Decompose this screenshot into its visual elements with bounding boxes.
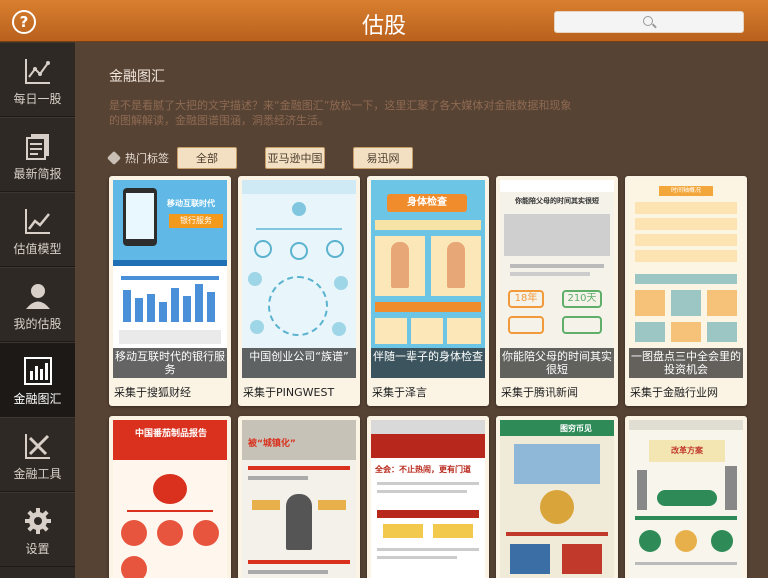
card-thumbnail: 图穷币见 <box>500 420 614 578</box>
card-caption: 中国创业公司“族谱” <box>242 348 356 378</box>
tags-label: 热门标签 <box>125 152 169 165</box>
card-third-plenum-investment[interactable]: 时间轴概况 一图盘点三中全会里的投资机会 采集于金融行业网 <box>625 176 747 406</box>
card-reform-plan[interactable]: 改革方案 <box>625 416 747 578</box>
sidebar-item-settings[interactable]: 设置 <box>0 492 75 567</box>
sidebar-item-financial-tools[interactable]: 金融工具 <box>0 417 75 492</box>
card-urbanization[interactable]: 被“城镇化” <box>238 416 360 578</box>
card-thumbnail: 被“城镇化” <box>242 420 356 578</box>
search-box[interactable] <box>554 11 744 33</box>
card-body-checkup[interactable]: 身体检查 伴随一辈子的身体检查 采集于泽言 <box>367 176 489 406</box>
sidebar-item-label: 金融工具 <box>13 467 62 481</box>
card-source: 采集于金融行业网 <box>630 386 718 399</box>
card-source: 采集于搜狐财经 <box>114 386 191 399</box>
sidebar: 每日一股 最新简报 估值模型 我的估股 金融图汇 金融工具 设置 <box>0 42 75 578</box>
gear-icon <box>25 508 51 534</box>
tag-icon <box>106 150 122 166</box>
card-source: 采集于PINGWEST <box>243 386 335 399</box>
card-thumbnail: 移动互联时代 银行服务 移动互联时代的银行服务 <box>113 180 227 378</box>
card-startup-family-tree[interactable]: 中国创业公司“族谱” 采集于PINGWEST <box>238 176 360 406</box>
bar-chart-icon <box>24 357 52 385</box>
card-source: 采集于泽言 <box>372 386 427 399</box>
tag-all[interactable]: 全部 <box>177 147 237 169</box>
sidebar-item-label: 设置 <box>25 542 50 556</box>
card-thumbnail: 你能陪父母的时间其实很短 18年 210天 你能陪父母的时间其实很短 <box>500 180 614 378</box>
card-time-with-parents[interactable]: 你能陪父母的时间其实很短 18年 210天 你能陪父母的时间其实很短 采集于腾讯… <box>496 176 618 406</box>
card-caption: 一图盘点三中全会里的投资机会 <box>629 348 743 378</box>
page-title: 金融图汇 <box>109 69 165 85</box>
tag-yixun[interactable]: 易迅网 <box>353 147 413 169</box>
sidebar-item-label: 每日一股 <box>13 92 62 106</box>
sidebar-item-latest-brief[interactable]: 最新简报 <box>0 117 75 192</box>
card-caption: 伴随一辈子的身体检查 <box>371 348 485 378</box>
sidebar-item-financial-charts[interactable]: 金融图汇 <box>0 342 75 417</box>
document-icon <box>26 134 49 160</box>
card-caption: 移动互联时代的银行服务 <box>113 348 227 378</box>
main-content: 金融图汇 是不是看腻了大把的文字描述？来“金融图汇”放松一下，这里汇聚了各大媒体… <box>75 42 768 578</box>
sidebar-item-label: 我的估股 <box>13 317 62 331</box>
sidebar-item-my-stocks[interactable]: 我的估股 <box>0 267 75 342</box>
card-thumbnail: 身体检查 伴随一辈子的身体检查 <box>371 180 485 378</box>
card-bank-services[interactable]: 移动互联时代 银行服务 移动互联时代的银行服务 采集于搜狐财经 <box>109 176 231 406</box>
sidebar-item-valuation-model[interactable]: 估值模型 <box>0 192 75 267</box>
page-description: 是不是看腻了大把的文字描述？来“金融图汇”放松一下，这里汇聚了各大媒体对金融数据… <box>109 99 572 127</box>
sidebar-item-daily-stock[interactable]: 每日一股 <box>0 42 75 117</box>
card-thumbnail: 全会：不止热闹，更有门道 <box>371 420 485 578</box>
card-currency-war[interactable]: 图穷币见 <box>496 416 618 578</box>
hot-tags: 热门标签 全部 亚马逊中国 易迅网 <box>106 146 441 170</box>
tools-icon <box>25 434 50 459</box>
user-icon <box>26 284 50 309</box>
card-plenum-insight[interactable]: 全会：不止热闹，更有门道 <box>367 416 489 578</box>
top-bar: ? 估股 <box>0 0 768 42</box>
trend-icon <box>25 209 50 234</box>
card-caption: 你能陪父母的时间其实很短 <box>500 348 614 378</box>
card-thumbnail: 中国番茄制品报告 <box>113 420 227 578</box>
sidebar-item-label: 最新简报 <box>13 167 62 181</box>
search-icon <box>643 16 653 26</box>
tag-amazon-china[interactable]: 亚马逊中国 <box>265 147 325 169</box>
sidebar-item-label: 估值模型 <box>13 242 62 256</box>
card-source: 采集于腾讯新闻 <box>501 386 578 399</box>
card-thumbnail: 改革方案 <box>629 420 743 578</box>
sidebar-item-label: 金融图汇 <box>13 392 62 406</box>
card-thumbnail: 中国创业公司“族谱” <box>242 180 356 378</box>
card-tomato-report[interactable]: 中国番茄制品报告 <box>109 416 231 578</box>
card-thumbnail: 时间轴概况 一图盘点三中全会里的投资机会 <box>629 180 743 378</box>
chart-line-icon <box>25 59 50 84</box>
